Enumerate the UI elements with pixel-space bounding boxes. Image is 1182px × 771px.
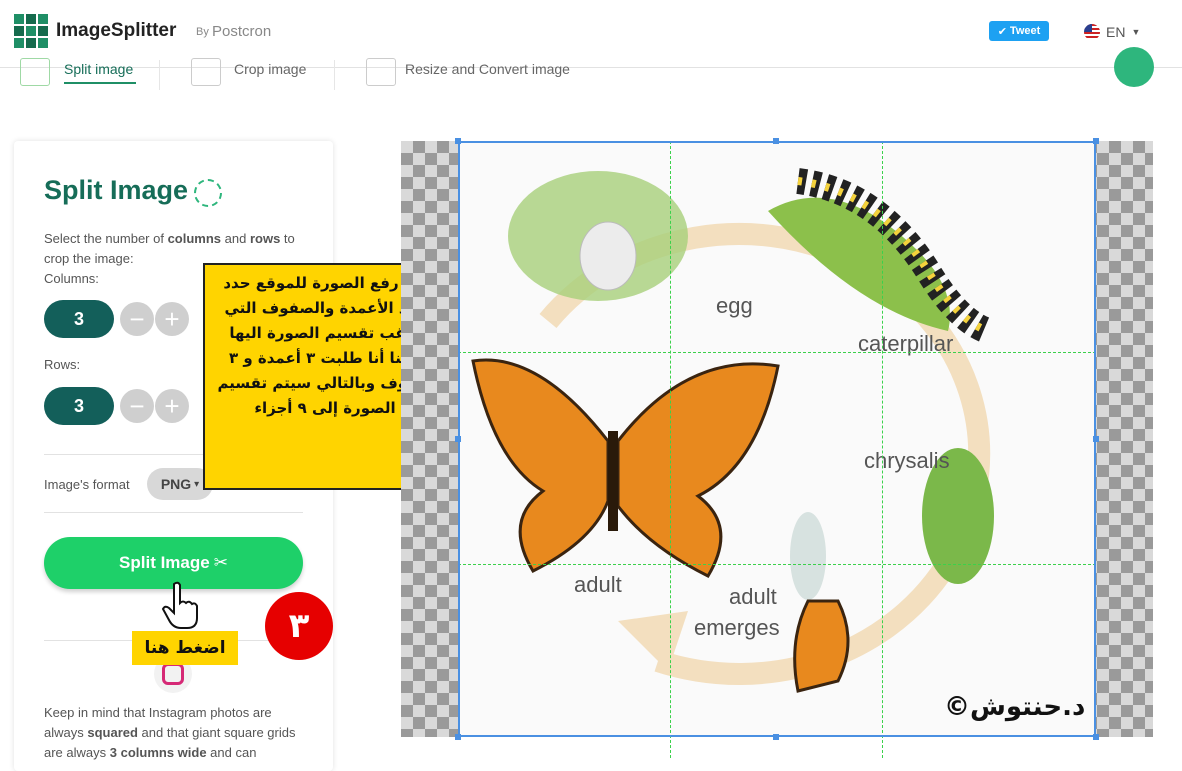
resize-handle[interactable]: [773, 734, 779, 740]
tweet-button[interactable]: ✔ Tweet: [989, 21, 1049, 41]
columns-increment-button[interactable]: +: [155, 302, 189, 336]
tab-divider: [334, 60, 335, 90]
rows-value[interactable]: 3: [44, 387, 114, 425]
divider: [44, 512, 303, 513]
scissors-icon: ✂: [213, 553, 228, 572]
tab-divider: [159, 60, 160, 90]
crop-tab-icon: [191, 58, 221, 86]
app-name: ImageSplitter: [56, 20, 177, 41]
chevron-down-icon: ▼: [1131, 27, 1141, 37]
language-selector[interactable]: EN ▼: [1084, 24, 1140, 40]
format-label: Image's format: [44, 477, 130, 492]
postcron-link[interactable]: Postcron: [212, 23, 271, 40]
resize-handle[interactable]: [455, 734, 461, 740]
us-flag-icon: [1084, 24, 1100, 40]
rows-increment-button[interactable]: +: [155, 389, 189, 423]
resize-tab-icon: [366, 58, 396, 86]
by-label: By: [196, 26, 209, 38]
resize-handle[interactable]: [773, 138, 779, 144]
logo[interactable]: ImageSplitter: [14, 14, 176, 48]
crop-selection-box[interactable]: [458, 141, 1096, 737]
rows-label: Rows:: [44, 357, 81, 372]
language-label: EN: [1106, 24, 1126, 40]
columns-value[interactable]: 3: [44, 300, 114, 338]
split-button-label: Split Image: [119, 553, 210, 572]
active-tab-indicator: [64, 82, 136, 84]
upload-image-button[interactable]: [1114, 47, 1154, 87]
top-header: ImageSplitter By Postcron ✔ Tweet EN ▼: [0, 0, 1182, 68]
resize-handle[interactable]: [1093, 734, 1099, 740]
resize-handle[interactable]: [1093, 138, 1099, 144]
instagram-note: Keep in mind that Instagram photos are a…: [44, 705, 296, 760]
step-number-badge: ٣: [265, 592, 333, 660]
panel-title: Split Image: [44, 175, 189, 205]
click-here-annotation: اضغط هنا: [132, 631, 238, 665]
tab-crop-image[interactable]: Crop image: [234, 61, 306, 77]
columns-decrement-button[interactable]: −: [120, 302, 154, 336]
author-watermark: د.حنتوش©: [944, 692, 1086, 722]
hand-pointer-icon: [161, 581, 198, 629]
format-value: PNG: [160, 476, 192, 492]
loading-spinner-icon: [194, 179, 222, 207]
split-tab-icon: [20, 58, 50, 86]
tweet-label: Tweet: [1009, 25, 1041, 37]
columns-label: Columns:: [44, 271, 99, 286]
chevron-down-icon: ▾: [194, 478, 200, 490]
twitter-icon: ✔: [997, 25, 1007, 38]
resize-handle[interactable]: [455, 138, 461, 144]
resize-handle[interactable]: [455, 436, 461, 442]
logo-grid-icon: [14, 14, 48, 48]
tab-split-image[interactable]: Split image: [64, 61, 133, 77]
tab-resize-convert[interactable]: Resize and Convert image: [405, 61, 570, 77]
rows-decrement-button[interactable]: −: [120, 389, 154, 423]
resize-handle[interactable]: [1093, 436, 1099, 442]
